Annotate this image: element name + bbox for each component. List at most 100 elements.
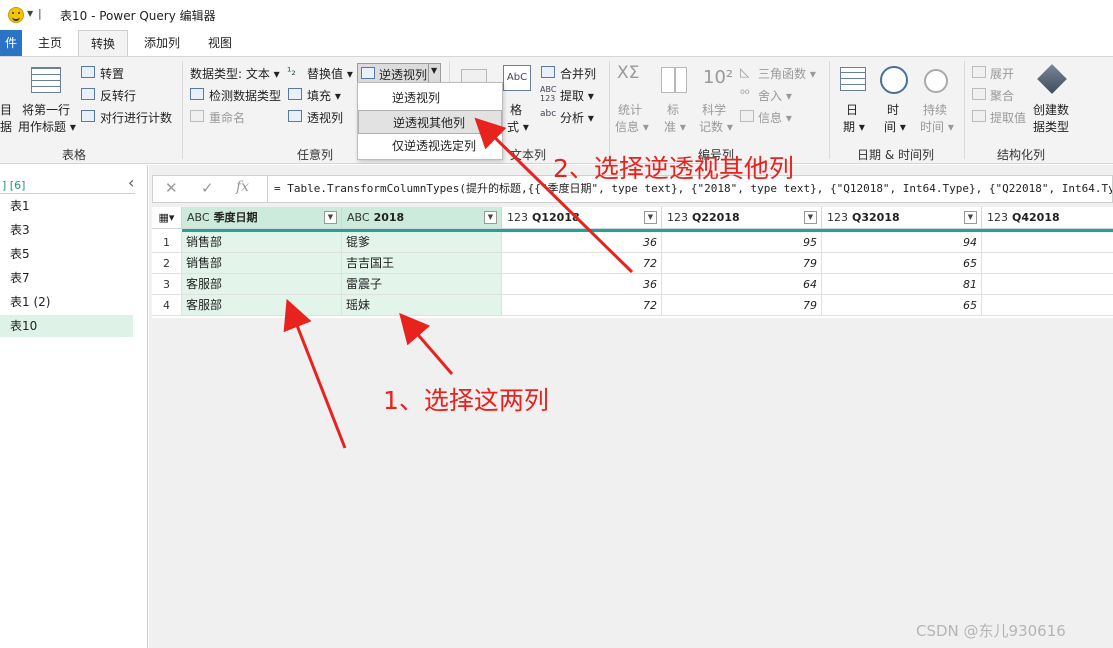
- query-item[interactable]: 表5: [0, 243, 133, 265]
- statistics-label-1[interactable]: 统计: [618, 101, 642, 118]
- table-cell[interactable]: 锟爹: [342, 232, 502, 253]
- replace-values-button[interactable]: 替换值 ▾: [307, 65, 353, 82]
- format-label-2[interactable]: 式 ▾: [507, 118, 529, 135]
- table-cell[interactable]: [982, 232, 1113, 253]
- information-button[interactable]: 信息 ▾: [758, 109, 792, 126]
- menu-item-unpivot-other-columns[interactable]: 逆透视其他列: [358, 110, 502, 134]
- pivot-column-button[interactable]: 透视列: [307, 109, 343, 126]
- count-rows-button[interactable]: 对行进行计数: [100, 109, 172, 126]
- create-data-type-label-2[interactable]: 据类型: [1033, 118, 1069, 135]
- filter-dropdown-icon[interactable]: ▼: [964, 211, 977, 224]
- row-number[interactable]: 1: [152, 232, 182, 253]
- tab-view[interactable]: 视图: [198, 30, 242, 56]
- table-cell[interactable]: 36: [502, 274, 662, 295]
- extract-button[interactable]: 提取 ▾: [560, 87, 594, 104]
- table-cell[interactable]: [982, 274, 1113, 295]
- collapse-pane-chevron-icon[interactable]: ‹: [128, 173, 134, 192]
- table-cell[interactable]: 销售部: [182, 232, 342, 253]
- type-123-icon[interactable]: 123: [667, 211, 688, 224]
- column-header[interactable]: ABC 2018 ▼: [342, 207, 502, 229]
- date-label-1[interactable]: 日: [846, 101, 858, 118]
- type-abc-icon[interactable]: ABC: [187, 211, 210, 224]
- menu-item-unpivot-columns[interactable]: 逆透视列: [358, 86, 502, 110]
- tab-home[interactable]: 主页: [28, 30, 72, 56]
- table-cell[interactable]: 客服部: [182, 295, 342, 316]
- rename-button[interactable]: 重命名: [209, 109, 245, 126]
- table-cell[interactable]: 吉吉国王: [342, 253, 502, 274]
- row-number[interactable]: 2: [152, 253, 182, 274]
- filter-dropdown-icon[interactable]: ▼: [484, 211, 497, 224]
- scientific-label-2[interactable]: 记数 ▾: [699, 118, 733, 135]
- table-cell[interactable]: 79: [662, 253, 822, 274]
- table-cell[interactable]: 瑶妹: [342, 295, 502, 316]
- transpose-button[interactable]: 转置: [100, 65, 124, 82]
- table-cell[interactable]: 雷震子: [342, 274, 502, 295]
- tab-file[interactable]: 件: [0, 30, 22, 56]
- table-cell[interactable]: 94: [822, 232, 982, 253]
- unpivot-dropdown-arrow-icon[interactable]: ▼: [431, 66, 437, 75]
- aggregate-button[interactable]: 聚合: [990, 87, 1014, 104]
- reverse-rows-button[interactable]: 反转行: [100, 87, 136, 104]
- statistics-label-2[interactable]: 信息 ▾: [615, 118, 649, 135]
- detect-data-type-button[interactable]: 检测数据类型: [209, 87, 281, 104]
- row-number[interactable]: 4: [152, 295, 182, 316]
- standard-label-1[interactable]: 标: [667, 101, 679, 118]
- table-cell[interactable]: 81: [822, 274, 982, 295]
- type-123-icon[interactable]: 123: [987, 211, 1008, 224]
- table-cell[interactable]: 65: [822, 295, 982, 316]
- time-label-2[interactable]: 间 ▾: [884, 118, 906, 135]
- table-cell[interactable]: [982, 253, 1113, 274]
- smiley-feedback-icon[interactable]: [8, 7, 24, 23]
- filter-dropdown-icon[interactable]: ▼: [644, 211, 657, 224]
- quick-access-dropdown-icon[interactable]: ▼: [27, 9, 33, 18]
- parse-button[interactable]: 分析 ▾: [560, 109, 594, 126]
- table-cell[interactable]: 95: [662, 232, 822, 253]
- create-data-type-label-1[interactable]: 创建数: [1033, 101, 1069, 118]
- trigonometry-button[interactable]: 三角函数 ▾: [758, 65, 816, 82]
- table-cell[interactable]: 72: [502, 295, 662, 316]
- filter-dropdown-icon[interactable]: ▼: [804, 211, 817, 224]
- tab-transform[interactable]: 转换: [78, 30, 128, 56]
- column-header[interactable]: ABC 季度日期 ▼: [182, 207, 342, 229]
- table-cell[interactable]: [982, 295, 1113, 316]
- time-label-1[interactable]: 时: [887, 101, 899, 118]
- tab-add-column[interactable]: 添加列: [136, 30, 188, 56]
- confirm-formula-icon[interactable]: ✓: [201, 179, 214, 197]
- table-cell[interactable]: 64: [662, 274, 822, 295]
- duration-label-2[interactable]: 时间 ▾: [920, 118, 954, 135]
- fill-button[interactable]: 填充 ▾: [307, 87, 341, 104]
- type-123-icon[interactable]: 123: [507, 211, 528, 224]
- table-cell[interactable]: 36: [502, 232, 662, 253]
- query-item[interactable]: 表1 (2): [0, 291, 133, 313]
- scientific-label-1[interactable]: 科学: [702, 101, 726, 118]
- unpivot-columns-split-button[interactable]: 逆透视列 ▼: [357, 63, 441, 83]
- table-cell[interactable]: 79: [662, 295, 822, 316]
- menu-item-unpivot-only-selected[interactable]: 仅逆透视选定列: [358, 134, 502, 158]
- table-cell[interactable]: 销售部: [182, 253, 342, 274]
- type-123-icon[interactable]: 123: [827, 211, 848, 224]
- format-label-1[interactable]: 格: [510, 101, 522, 118]
- date-label-2[interactable]: 期 ▾: [843, 118, 865, 135]
- merge-columns-button[interactable]: 合并列: [560, 65, 596, 82]
- extract-values-button[interactable]: 提取值: [990, 109, 1026, 126]
- query-item[interactable]: 表3: [0, 219, 133, 241]
- type-abc-icon[interactable]: ABC: [347, 211, 370, 224]
- table-cell[interactable]: 客服部: [182, 274, 342, 295]
- fx-icon[interactable]: fx: [236, 179, 249, 195]
- column-header[interactable]: 123 Q12018 ▼: [502, 207, 662, 229]
- duration-label-1[interactable]: 持续: [923, 101, 947, 118]
- rounding-button[interactable]: 舍入 ▾: [758, 87, 792, 104]
- table-cell[interactable]: 72: [502, 253, 662, 274]
- expand-button[interactable]: 展开: [990, 65, 1014, 82]
- column-header[interactable]: 123 Q42018: [982, 207, 1113, 229]
- row-number[interactable]: 3: [152, 274, 182, 295]
- cancel-formula-icon[interactable]: ✕: [165, 179, 178, 197]
- column-header[interactable]: 123 Q32018 ▼: [822, 207, 982, 229]
- query-item-selected[interactable]: 表10: [0, 315, 133, 337]
- column-header[interactable]: 123 Q22018 ▼: [662, 207, 822, 229]
- table-menu-icon[interactable]: ▦▾: [152, 207, 182, 229]
- query-item[interactable]: 表1: [0, 195, 133, 217]
- table-cell[interactable]: 65: [822, 253, 982, 274]
- filter-dropdown-icon[interactable]: ▼: [324, 211, 337, 224]
- data-type-dropdown[interactable]: 数据类型: 文本 ▾: [190, 65, 280, 82]
